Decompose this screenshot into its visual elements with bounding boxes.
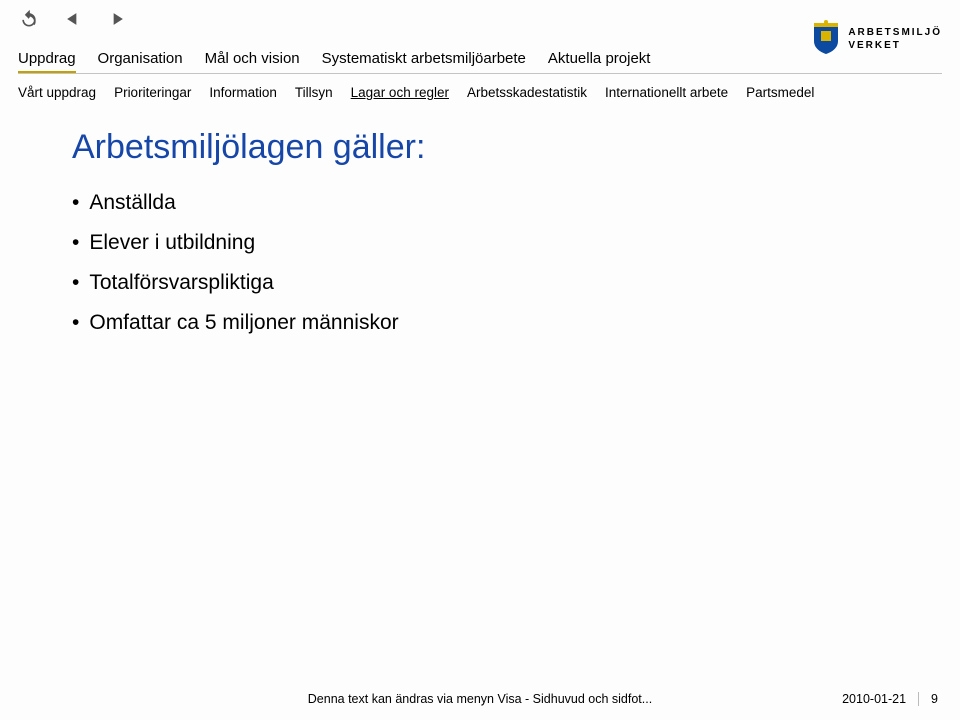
nav2-item-prioriteringar[interactable]: Prioriteringar [114,85,191,100]
nav1-item-organisation[interactable]: Organisation [98,50,183,67]
next-icon[interactable] [106,8,128,30]
list-item: Totalförsvarspliktiga [72,263,900,303]
nav2-item-vart-uppdrag[interactable]: Vårt uppdrag [18,85,96,100]
footer: Denna text kan ändras via menyn Visa - S… [0,692,960,706]
footer-separator [918,692,919,706]
list-item: Anställda [72,183,900,223]
nav2-item-information[interactable]: Information [209,85,277,100]
nav2-item-internationellt[interactable]: Internationellt arbete [605,85,728,100]
bullet-list: Anställda Elever i utbildning Totalförsv… [72,183,900,343]
nav2-item-statistik[interactable]: Arbetsskadestatistik [467,85,587,100]
list-item: Omfattar ca 5 miljoner människor [72,303,900,343]
list-item: Elever i utbildning [72,223,900,263]
nav2-item-tillsyn[interactable]: Tillsyn [295,85,333,100]
nav1-item-mal[interactable]: Mål och vision [205,50,300,67]
nav2-item-lagar[interactable]: Lagar och regler [351,85,449,100]
undo-icon[interactable] [18,8,40,30]
toolbar [18,8,128,30]
nav1-item-sam[interactable]: Systematiskt arbetsmiljöarbete [322,50,526,67]
footer-page: 9 [931,692,938,706]
nav1-item-uppdrag[interactable]: Uppdrag [18,50,76,73]
content: Arbetsmiljölagen gäller: Anställda Eleve… [72,128,900,343]
footer-date: 2010-01-21 [842,692,906,706]
primary-nav: Uppdrag Organisation Mål och vision Syst… [18,50,942,74]
nav2-item-partsmedel[interactable]: Partsmedel [746,85,814,100]
footer-note: Denna text kan ändras via menyn Visa - S… [308,692,652,706]
page-title: Arbetsmiljölagen gäller: [72,128,900,167]
nav1-item-projekt[interactable]: Aktuella projekt [548,50,651,67]
logo-line1: ARBETSMILJÖ [848,27,942,40]
secondary-nav: Vårt uppdrag Prioriteringar Information … [18,85,942,100]
prev-icon[interactable] [62,8,84,30]
